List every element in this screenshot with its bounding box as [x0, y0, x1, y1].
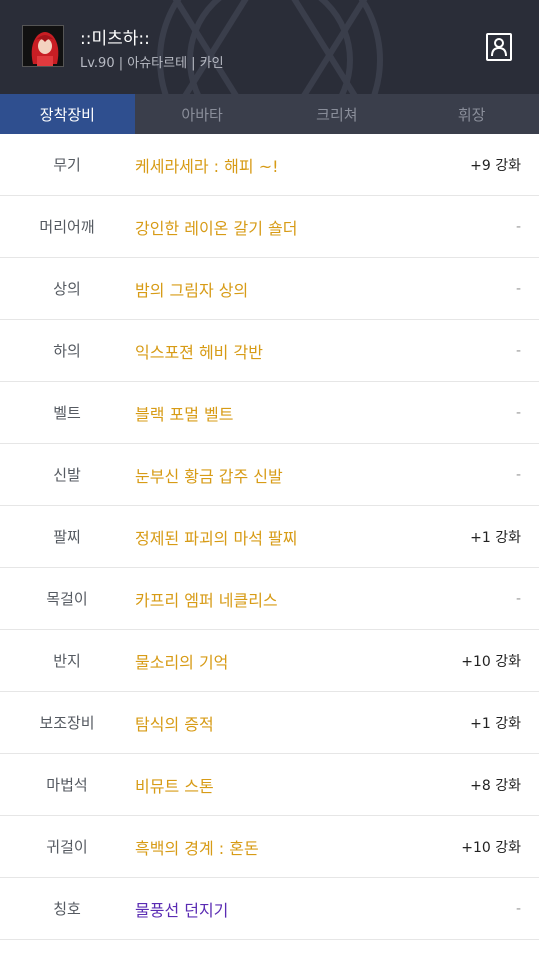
tab-insignia[interactable]: 휘장	[404, 94, 539, 134]
enhance-level: -	[515, 404, 521, 421]
slot-label: 마법석	[46, 776, 88, 794]
item-name: 강인한 레이온 갈기 숄더	[135, 218, 298, 238]
item-name: 흑백의 경계 : 혼돈	[135, 838, 259, 858]
enhance-level: +1 강화	[470, 529, 521, 546]
enhance-level: +10 강화	[461, 653, 521, 670]
slot-label: 상의	[53, 280, 81, 298]
item-name: 정제된 파괴의 마석 팔찌	[135, 528, 298, 548]
tab-equipped[interactable]: 장착장비	[0, 94, 135, 134]
enhance-level: -	[515, 900, 521, 917]
slot-label: 팔찌	[53, 528, 81, 546]
item-name: 물소리의 기억	[135, 652, 229, 672]
equipment-row[interactable]: 마법석 비뮤트 스톤 +8 강화	[0, 754, 539, 816]
enhance-level: +9 강화	[470, 157, 521, 174]
enhance-level: -	[515, 466, 521, 483]
slot-label: 칭호	[53, 900, 81, 918]
slot-label: 반지	[53, 652, 81, 670]
enhance-level: +1 강화	[470, 715, 521, 732]
equipment-row[interactable]: 반지 물소리의 기억 +10 강화	[0, 630, 539, 692]
item-name: 밤의 그림자 상의	[135, 280, 249, 300]
slot-label: 귀걸이	[46, 838, 88, 856]
character-info: Lv.90 | 아슈타르테 | 카인	[80, 56, 224, 71]
slot-label: 벨트	[53, 404, 81, 422]
tab-creature[interactable]: 크리쳐	[270, 94, 405, 134]
item-name: 탐식의 증적	[135, 714, 214, 734]
item-name: 블랙 포멀 벨트	[135, 404, 234, 424]
slot-label: 하의	[53, 342, 81, 360]
equipment-row[interactable]: 팔찌 정제된 파괴의 마석 팔찌 +1 강화	[0, 506, 539, 568]
enhance-level: -	[515, 590, 521, 607]
item-name: 비뮤트 스톤	[135, 776, 214, 796]
equipment-row[interactable]: 무기 케세라세라 : 해피 ~! +9 강화	[0, 134, 539, 196]
item-name: 물풍선 던지기	[135, 900, 229, 920]
item-name: 카프리 엠퍼 네클리스	[135, 590, 278, 610]
equipment-row[interactable]: 상의 밤의 그림자 상의 -	[0, 258, 539, 320]
equipment-row[interactable]: 칭호 물풍선 던지기 -	[0, 878, 539, 940]
tab-bar: 장착장비 아바타 크리쳐 휘장	[0, 94, 539, 134]
equipment-row[interactable]: 하의 익스포젼 헤비 각반 -	[0, 320, 539, 382]
profile-button[interactable]	[486, 33, 512, 61]
character-header: ::미츠하:: Lv.90 | 아슈타르테 | 카인	[0, 0, 539, 94]
character-name: ::미츠하::	[80, 29, 150, 49]
enhance-level: +10 강화	[461, 839, 521, 856]
equipment-row[interactable]: 목걸이 카프리 엠퍼 네클리스 -	[0, 568, 539, 630]
slot-label: 머리어깨	[39, 218, 95, 236]
tab-avatar[interactable]: 아바타	[135, 94, 270, 134]
enhance-level: -	[515, 342, 521, 359]
enhance-level: -	[515, 280, 521, 297]
slot-label: 목걸이	[46, 590, 88, 608]
equipment-row[interactable]: 신발 눈부신 황금 갑주 신발 -	[0, 444, 539, 506]
equipment-row[interactable]: 보조장비 탐식의 증적 +1 강화	[0, 692, 539, 754]
slot-label: 무기	[53, 156, 81, 174]
slot-label: 신발	[53, 466, 81, 484]
item-name: 눈부신 황금 갑주 신발	[135, 466, 283, 486]
character-portrait-icon	[23, 26, 63, 66]
item-name: 익스포젼 헤비 각반	[135, 342, 263, 362]
equipment-row[interactable]: 벨트 블랙 포멀 벨트 -	[0, 382, 539, 444]
enhance-level: +8 강화	[470, 777, 521, 794]
person-icon	[491, 38, 507, 57]
enhance-level: -	[515, 218, 521, 235]
equipment-list: 무기 케세라세라 : 해피 ~! +9 강화 머리어깨 강인한 레이온 갈기 숄…	[0, 134, 539, 940]
equipment-row[interactable]: 머리어깨 강인한 레이온 갈기 숄더 -	[0, 196, 539, 258]
slot-label: 보조장비	[39, 714, 95, 732]
character-avatar	[22, 25, 64, 67]
item-name: 케세라세라 : 해피 ~!	[135, 156, 279, 176]
equipment-row[interactable]: 귀걸이 흑백의 경계 : 혼돈 +10 강화	[0, 816, 539, 878]
